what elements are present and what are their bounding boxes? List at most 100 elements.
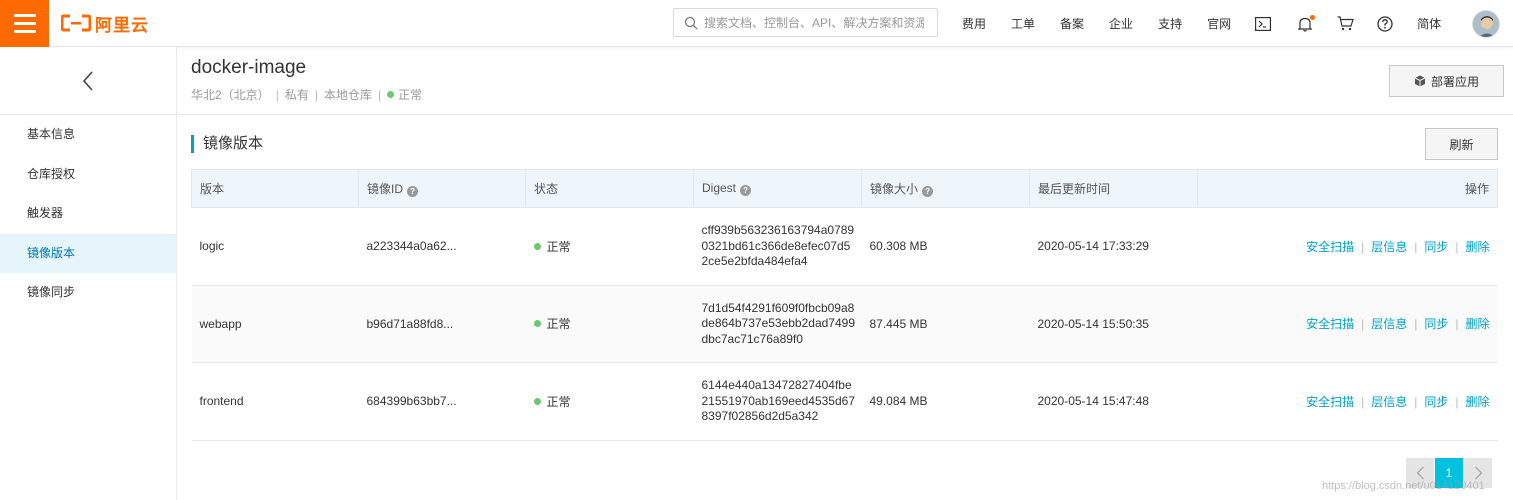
divider: |	[1414, 317, 1418, 332]
back-button[interactable]	[0, 47, 176, 115]
bell-icon[interactable]	[1295, 14, 1316, 34]
status-dot-icon	[533, 242, 541, 250]
cell-updated: 2020-05-14 15:47:48	[1029, 362, 1198, 441]
search-icon	[684, 16, 698, 29]
security-scan-link[interactable]: 安全扫描	[1306, 317, 1354, 331]
repo-source: 本地仓库	[323, 88, 372, 102]
sidebar-menu: 基本信息 仓库授权 触发器 镜像版本 镜像同步	[0, 115, 176, 313]
table-row: logic a223344a0a62... 正常 cff939b56323616…	[191, 207, 1498, 286]
cell-size: 87.445 MB	[861, 285, 1030, 363]
help-icon[interactable]: ?	[922, 186, 934, 197]
cell-image-id: a223344a0a62...	[358, 207, 526, 286]
language-switch[interactable]: 简体	[1417, 15, 1441, 32]
help-icon[interactable]	[1375, 14, 1395, 34]
delete-link[interactable]: 删除	[1465, 395, 1489, 409]
cell-actions: 安全扫描 | 层信息 | 同步 | 删除	[1197, 285, 1498, 363]
cube-icon	[1414, 75, 1426, 87]
table-row: webapp b96d71a88fd8... 正常 7d1d54f4291f60…	[191, 285, 1498, 363]
main-content: docker-image 华北2（北京） | 私有 | 本地仓库 | 正常 部署…	[177, 47, 1513, 500]
cell-version: frontend	[191, 362, 359, 441]
divider: |	[1455, 394, 1459, 409]
help-icon[interactable]: ?	[740, 185, 752, 196]
divider: |	[1455, 317, 1459, 332]
chevron-right-icon	[1474, 466, 1482, 480]
nav-website[interactable]: 官网	[1207, 15, 1231, 32]
sync-link[interactable]: 同步	[1424, 240, 1448, 254]
sidebar-item-repo-auth[interactable]: 仓库授权	[0, 155, 176, 195]
col-header-digest: Digest?	[693, 169, 862, 208]
aliyun-logo[interactable]: 阿里云	[61, 12, 149, 35]
cell-size: 60.308 MB	[861, 207, 1030, 286]
deploy-app-button[interactable]: 部署应用	[1389, 65, 1504, 97]
avatar[interactable]	[1472, 10, 1500, 38]
repo-status: 正常	[398, 88, 423, 102]
nav-fees[interactable]: 费用	[962, 15, 986, 32]
divider: |	[1455, 239, 1459, 254]
delete-link[interactable]: 删除	[1465, 240, 1489, 254]
status-text: 正常	[546, 394, 571, 409]
repo-header: docker-image 华北2（北京） | 私有 | 本地仓库 | 正常 部署…	[177, 47, 1513, 115]
col-header-size: 镜像大小?	[861, 169, 1030, 208]
cell-version: logic	[191, 207, 359, 286]
table-row: frontend 684399b63bb7... 正常 6144e440a134…	[191, 362, 1498, 441]
search-input[interactable]	[704, 15, 924, 30]
repo-region: 华北2（北京）	[191, 88, 270, 102]
divider: |	[1414, 239, 1418, 254]
cell-status: 正常	[525, 285, 694, 363]
divider: |	[1361, 239, 1365, 254]
divider: |	[275, 87, 279, 102]
sync-link[interactable]: 同步	[1424, 395, 1448, 409]
cell-version: webapp	[191, 285, 359, 363]
status-dot-icon	[533, 320, 541, 328]
layer-info-link[interactable]: 层信息	[1371, 240, 1407, 254]
table-header-row: 版本 镜像ID? 状态 Digest? 镜像大小? 最后更新时间 操作	[191, 169, 1498, 208]
cell-actions: 安全扫描 | 层信息 | 同步 | 删除	[1197, 362, 1498, 441]
col-header-status: 状态	[525, 169, 694, 208]
sidebar-item-image-sync[interactable]: 镜像同步	[0, 273, 176, 313]
watermark: https://blog.csdn.net/u014120401	[1322, 480, 1485, 492]
cell-digest: cff939b563236163794a07890321bd61c366de8e…	[693, 207, 862, 286]
repo-visibility: 私有	[284, 88, 309, 102]
status-text: 正常	[546, 317, 571, 332]
col-header-actions: 操作	[1197, 169, 1498, 208]
security-scan-link[interactable]: 安全扫描	[1306, 240, 1354, 254]
layer-info-link[interactable]: 层信息	[1371, 317, 1407, 331]
menu-icon[interactable]	[0, 0, 49, 47]
cell-size: 49.084 MB	[861, 362, 1030, 441]
sidebar: 基本信息 仓库授权 触发器 镜像版本 镜像同步	[0, 47, 177, 500]
refresh-button[interactable]: 刷新	[1425, 128, 1498, 160]
security-scan-link[interactable]: 安全扫描	[1306, 395, 1354, 409]
col-header-image-id: 镜像ID?	[358, 169, 526, 208]
terminal-icon[interactable]	[1253, 14, 1273, 34]
chevron-left-icon	[82, 70, 93, 91]
sync-link[interactable]: 同步	[1424, 317, 1448, 331]
deploy-app-label: 部署应用	[1430, 74, 1479, 89]
nav-support[interactable]: 支持	[1158, 15, 1182, 32]
chevron-left-icon	[1416, 466, 1424, 480]
cell-status: 正常	[525, 362, 694, 441]
sidebar-item-triggers[interactable]: 触发器	[0, 194, 176, 234]
status-text: 正常	[546, 239, 571, 254]
layer-info-link[interactable]: 层信息	[1371, 395, 1407, 409]
cart-icon[interactable]	[1335, 14, 1355, 34]
repo-meta: 华北2（北京） | 私有 | 本地仓库 | 正常	[191, 86, 422, 103]
col-header-version: 版本	[191, 169, 359, 208]
page-title: docker-image	[191, 57, 307, 78]
nav-tickets[interactable]: 工单	[1011, 15, 1035, 32]
cell-image-id: b96d71a88fd8...	[358, 285, 526, 363]
cell-updated: 2020-05-14 15:50:35	[1029, 285, 1198, 363]
nav-filing[interactable]: 备案	[1060, 15, 1084, 32]
divider: |	[314, 87, 318, 102]
status-dot-icon	[387, 91, 395, 98]
cell-status: 正常	[525, 207, 694, 286]
divider: |	[377, 87, 382, 102]
help-icon[interactable]: ?	[407, 186, 419, 197]
aliyun-logo-icon	[61, 14, 91, 32]
sidebar-item-basic-info[interactable]: 基本信息	[0, 115, 176, 155]
sidebar-item-image-versions[interactable]: 镜像版本	[0, 233, 176, 273]
top-nav: 费用 工单 备案 企业 支持 官网 简体	[950, 0, 1441, 47]
cell-updated: 2020-05-14 17:33:29	[1029, 207, 1198, 286]
delete-link[interactable]: 删除	[1465, 317, 1489, 331]
global-search[interactable]	[673, 8, 938, 37]
nav-enterprise[interactable]: 企业	[1109, 15, 1133, 32]
